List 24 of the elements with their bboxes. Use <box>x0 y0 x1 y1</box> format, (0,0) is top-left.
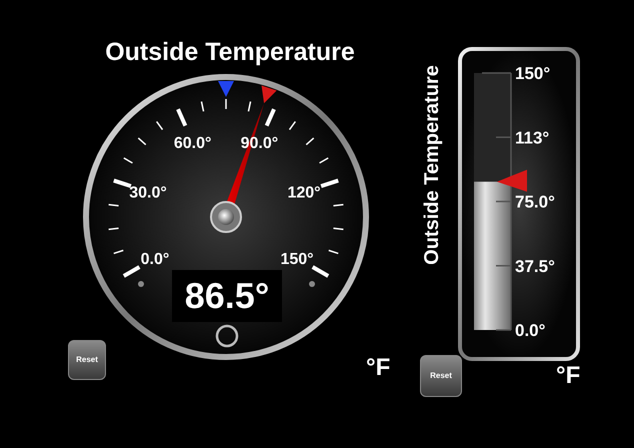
ring-icon <box>216 324 238 348</box>
scale-label: 150° <box>280 251 314 268</box>
unit-label: °F <box>556 364 580 388</box>
pointer-icon <box>497 170 527 192</box>
scale-label: 0.0° <box>515 321 546 340</box>
scale-label: 37.5° <box>515 256 555 276</box>
max-marker-icon <box>262 85 277 104</box>
scale-label: 113° <box>515 128 550 148</box>
scale-label: 120° <box>287 184 321 202</box>
readout-display: 86.5° <box>172 270 282 322</box>
gauge-title: Outside Temperature <box>422 65 442 265</box>
unit-label: °F <box>366 356 390 380</box>
min-marker-icon <box>218 81 234 97</box>
gauge-title: Outside Temperature <box>104 40 356 65</box>
reset-button[interactable]: Reset <box>420 355 462 397</box>
scale-label: 0.0° <box>140 251 170 268</box>
scale-label: 75.0° <box>515 192 555 212</box>
hub-icon <box>210 201 242 233</box>
reset-button[interactable]: Reset <box>68 340 106 380</box>
scale-label: 150° <box>515 64 550 83</box>
screw-icon <box>138 281 144 287</box>
scale-label: 30.0° <box>129 184 167 202</box>
scale-label: 60.0° <box>174 135 212 152</box>
screw-icon <box>309 281 315 287</box>
